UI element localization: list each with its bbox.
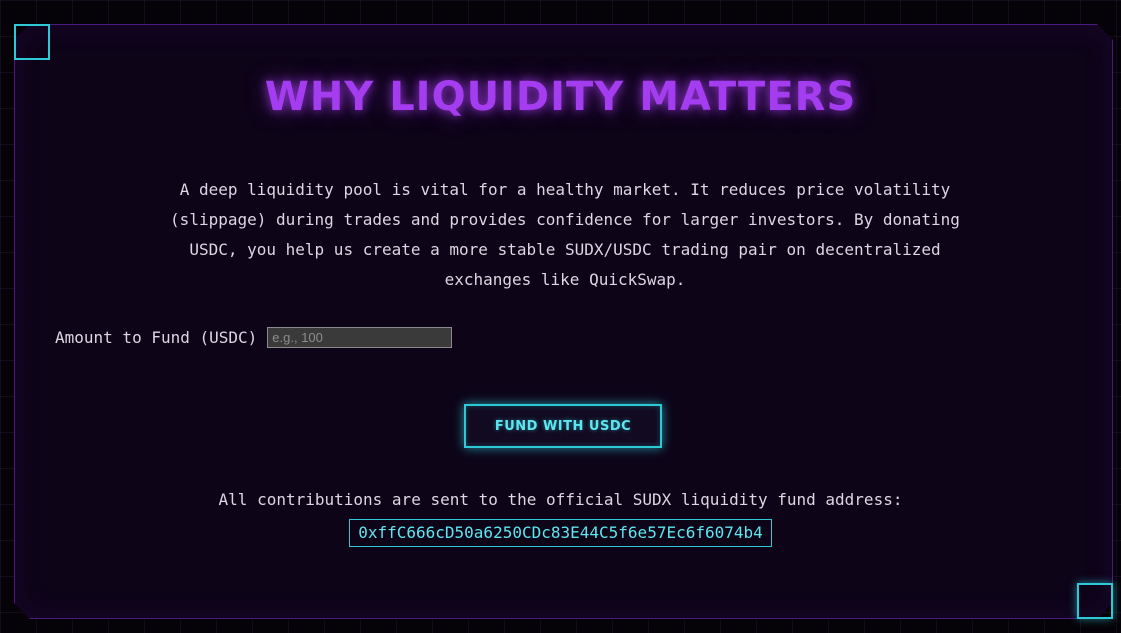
amount-row: Amount to Fund (USDC) (55, 327, 453, 348)
contribution-text: All contributions are sent to the offici… (218, 490, 903, 509)
fund-address[interactable]: 0xffC666cD50a6250CDc83E44C5f6e57Ec6f6074… (349, 519, 772, 547)
fund-with-usdc-button[interactable]: FUND WITH USDC (464, 404, 662, 448)
section-title: WHY LIQUIDITY MATTERS (264, 74, 857, 120)
corner-accent-bottom-right (1077, 583, 1113, 619)
amount-input[interactable] (267, 327, 453, 348)
amount-label: Amount to Fund (USDC) (55, 328, 258, 347)
corner-accent-top-left (14, 24, 50, 60)
address-container: 0xffC666cD50a6250CDc83E44C5f6e57Ec6f6074… (0, 519, 1121, 547)
section-description: A deep liquidity pool is vital for a hea… (170, 180, 960, 289)
